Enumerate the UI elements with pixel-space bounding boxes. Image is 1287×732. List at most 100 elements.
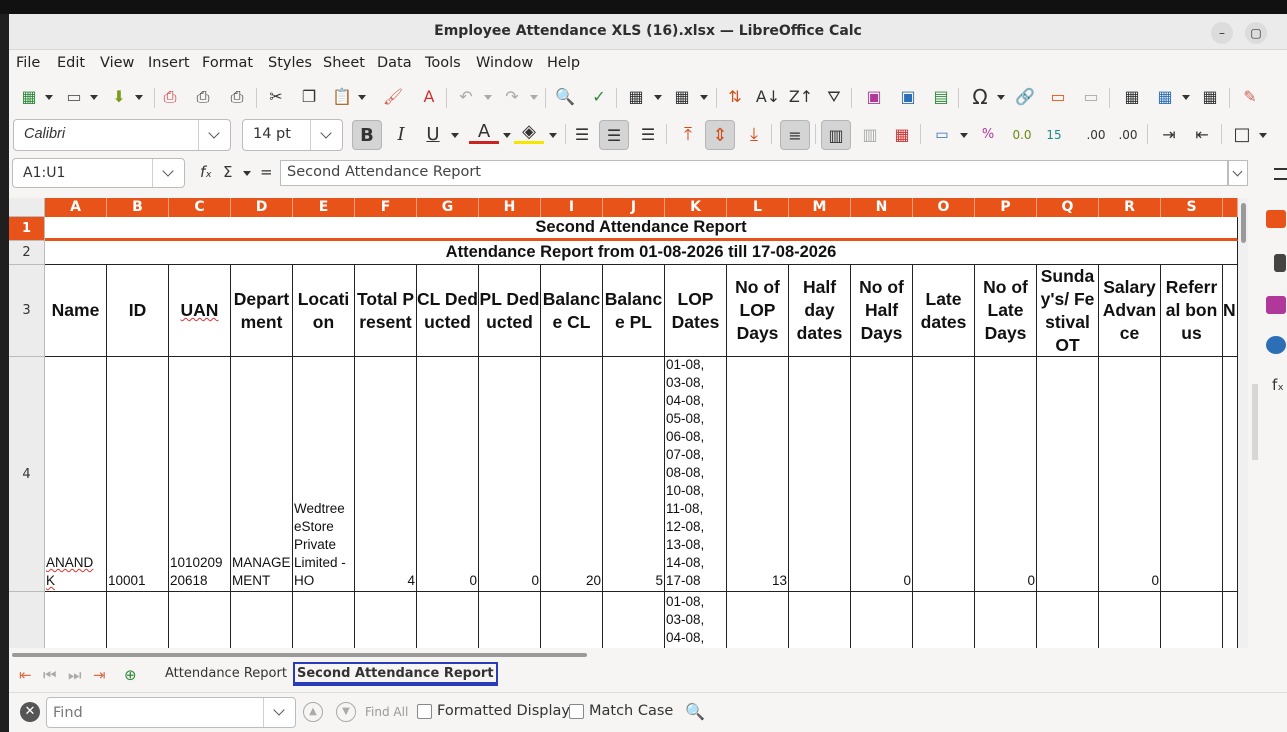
cell-row5-g[interactable]	[417, 592, 479, 648]
find-field[interactable]	[46, 697, 296, 728]
cell-row5-o[interactable]	[913, 592, 975, 648]
cell-lop-dates[interactable]: 01-08, 03-08, 04-08, 05-08, 06-08, 07-08…	[665, 357, 727, 592]
open-folder-icon[interactable]: ▭	[61, 84, 87, 110]
column-header-c[interactable]: C	[169, 198, 231, 217]
cell-row5-l[interactable]	[727, 592, 789, 648]
sheet-title-cell[interactable]: Second Attendance Report	[45, 217, 1238, 241]
close-find-bar-icon[interactable]: ✕	[20, 702, 40, 722]
insert-chart-icon[interactable]: ▣	[895, 84, 921, 110]
header-uan[interactable]: UAN	[169, 265, 231, 357]
chevron-down-icon[interactable]	[135, 95, 143, 100]
chevron-down-icon[interactable]	[654, 95, 662, 100]
cell-row5-t[interactable]	[1223, 592, 1238, 648]
sort-icon[interactable]: ⇅	[722, 84, 748, 110]
font-name-box[interactable]: Calibri	[13, 119, 231, 151]
decrease-indent-icon[interactable]: ⇤	[1187, 120, 1217, 150]
chevron-down-icon[interactable]	[152, 159, 184, 187]
header-sunday-festival-ot[interactable]: Sunday's/ Festival OT	[1037, 265, 1099, 357]
next-sheet-icon[interactable]: ⏭	[68, 666, 82, 684]
bold-button[interactable]: B	[352, 120, 382, 150]
underline-button[interactable]: U	[418, 120, 448, 150]
cell-total-present[interactable]: 4	[355, 357, 417, 592]
align-bottom-icon[interactable]: ⤓	[739, 120, 769, 150]
find-next-icon[interactable]: ▼	[336, 702, 356, 722]
column-header-q[interactable]: Q	[1037, 198, 1099, 217]
autofilter-icon[interactable]: ⛛	[821, 84, 847, 110]
find-replace-icon[interactable]: 🔍	[552, 84, 578, 110]
wrap-text-icon[interactable]: ≡	[780, 120, 810, 150]
cut-icon[interactable]: ✂	[263, 84, 289, 110]
formula-input[interactable]: Second Attendance Report	[280, 160, 1228, 186]
export-pdf-icon[interactable]: ⎙	[157, 84, 183, 110]
cell-location[interactable]: Wedtree eStore Private Limited - HO	[293, 357, 355, 592]
print-preview-icon[interactable]: ⎙	[224, 84, 250, 110]
print-icon[interactable]: ⎙	[190, 84, 216, 110]
currency-format-icon[interactable]: ▭	[927, 120, 957, 150]
formatted-display-checkbox[interactable]	[417, 704, 432, 719]
delete-decimal-icon[interactable]: .00	[1113, 120, 1143, 150]
function-wizard-icon[interactable]: fₓ	[200, 163, 212, 181]
cell-row5-r[interactable]	[1099, 592, 1161, 648]
last-sheet-icon[interactable]: ⇥	[93, 666, 106, 684]
chevron-down-icon[interactable]	[451, 133, 459, 138]
cell-pl-deducted[interactable]: 0	[479, 357, 541, 592]
chevron-down-icon[interactable]	[358, 95, 366, 100]
cell-row5-m[interactable]	[789, 592, 851, 648]
chevron-down-icon[interactable]	[549, 133, 557, 138]
spreadsheet-grid[interactable]: A B C D E F G H I J K L M N O P Q R S 1 …	[9, 198, 1238, 648]
vertical-scrollbar[interactable]	[1238, 198, 1248, 648]
menu-file[interactable]: File	[16, 55, 40, 71]
row-header-4[interactable]: 4	[9, 357, 45, 592]
column-header-s[interactable]: S	[1161, 198, 1223, 217]
cell-row5-n[interactable]	[851, 592, 913, 648]
sort-ascending-icon[interactable]: A↓	[755, 84, 781, 110]
sidebar-collapse-handle[interactable]	[1252, 384, 1258, 460]
header-total-present[interactable]: Total Present	[355, 265, 417, 357]
menu-tools[interactable]: Tools	[425, 55, 461, 71]
navigator-icon[interactable]	[1266, 336, 1286, 354]
align-left-icon[interactable]: ☰	[567, 120, 597, 150]
sort-descending-icon[interactable]: Z↑	[788, 84, 814, 110]
horizontal-scrollbar[interactable]	[12, 653, 587, 657]
gallery-icon[interactable]	[1266, 296, 1286, 314]
align-right-icon[interactable]: ☰	[633, 120, 663, 150]
header-department[interactable]: Department	[231, 265, 293, 357]
new-document-icon[interactable]: ▦	[16, 84, 42, 110]
menu-insert[interactable]: Insert	[148, 55, 190, 71]
insert-image-icon[interactable]: ▣	[861, 84, 887, 110]
cell-balance-cl[interactable]: 20	[541, 357, 603, 592]
freeze-rows-icon[interactable]: ▦	[1152, 84, 1178, 110]
cell-row5-a[interactable]	[45, 592, 107, 648]
cell-referral-bonus[interactable]	[1161, 357, 1223, 592]
minimize-button[interactable]: –	[1211, 22, 1233, 44]
previous-sheet-icon[interactable]: ⏮	[43, 666, 57, 684]
cell-row5-b[interactable]	[107, 592, 169, 648]
save-icon[interactable]: ⬇	[106, 84, 132, 110]
row-header-5[interactable]	[9, 592, 45, 648]
hyperlink-icon[interactable]: 🔗	[1012, 84, 1038, 110]
cell-uan[interactable]: 101020920618	[169, 357, 231, 592]
chevron-down-icon[interactable]	[484, 95, 492, 100]
font-size-box[interactable]: 14 pt	[242, 119, 343, 151]
sheet-subtitle-cell[interactable]: Attendance Report from 01-08-2026 till 1…	[45, 241, 1238, 265]
header-no-of-late-days[interactable]: No of Late Days	[975, 265, 1037, 357]
menu-format[interactable]: Format	[202, 55, 253, 71]
cell-salary-advance[interactable]: 0	[1099, 357, 1161, 592]
match-case-checkbox[interactable]	[569, 704, 584, 719]
header-referral-bonus[interactable]: Referral bonus	[1161, 265, 1223, 357]
cell-row5-j[interactable]	[603, 592, 665, 648]
find-previous-icon[interactable]: ▲	[303, 702, 323, 722]
header-pl-deducted[interactable]: PL Deducted	[479, 265, 541, 357]
cell-id[interactable]: 10001	[107, 357, 169, 592]
clear-formatting-icon[interactable]: A	[416, 84, 442, 110]
chevron-down-icon[interactable]	[198, 120, 230, 150]
expand-formula-bar-icon[interactable]	[1228, 160, 1248, 186]
chevron-down-icon[interactable]	[45, 95, 53, 100]
align-middle-icon[interactable]: ⇕	[705, 120, 735, 150]
unmerge-cells-icon[interactable]: ▦	[887, 120, 917, 150]
spelling-icon[interactable]: ✓	[586, 84, 612, 110]
chevron-down-icon[interactable]	[263, 698, 295, 727]
cell-no-of-half-days[interactable]: 0	[851, 357, 913, 592]
cell-row5-d[interactable]	[231, 592, 293, 648]
chevron-down-icon[interactable]	[530, 95, 538, 100]
